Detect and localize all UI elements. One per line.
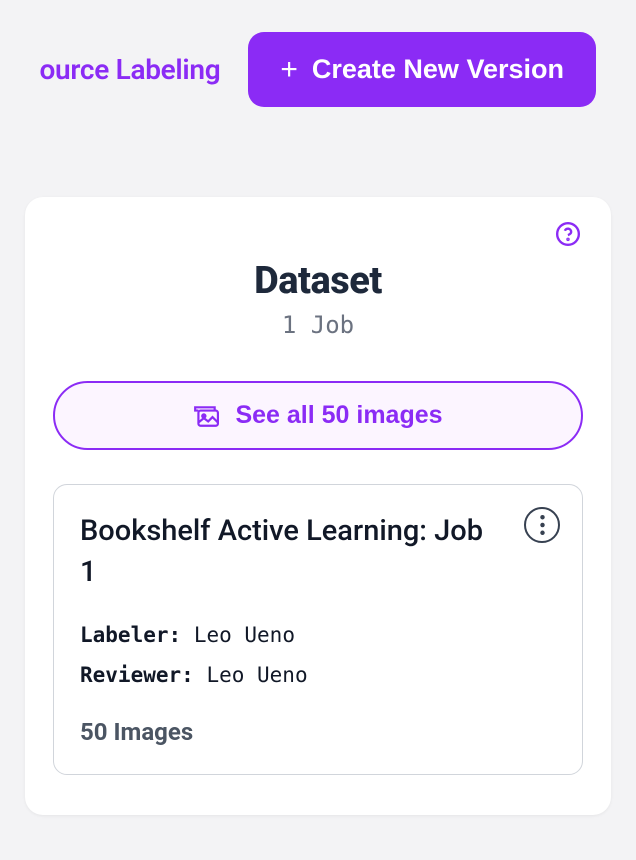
- job-reviewer-row: Reviewer: Leo Ueno: [80, 656, 556, 696]
- job-card: Bookshelf Active Learning: Job 1 Labeler…: [53, 484, 583, 775]
- reviewer-name: Leo Ueno: [206, 663, 307, 687]
- card-title: Dataset: [53, 259, 583, 303]
- labeler-name: Leo Ueno: [194, 623, 295, 647]
- source-labeling-link[interactable]: ource Labeling: [40, 53, 221, 86]
- more-vertical-icon: [540, 515, 545, 535]
- job-more-button[interactable]: [524, 507, 560, 543]
- job-labeler-row: Labeler: Leo Ueno: [80, 616, 556, 656]
- labeler-label: Labeler:: [80, 623, 181, 647]
- create-new-version-button[interactable]: + Create New Version: [248, 32, 596, 107]
- job-title: Bookshelf Active Learning: Job 1: [80, 511, 556, 592]
- dataset-card: Dataset 1 Job See all 50 images Bookshel…: [25, 197, 611, 815]
- see-all-label: See all 50 images: [235, 401, 442, 430]
- plus-icon: +: [280, 55, 298, 85]
- see-all-images-button[interactable]: See all 50 images: [53, 381, 583, 450]
- card-subtitle: 1 Job: [53, 311, 583, 339]
- images-icon: [193, 405, 219, 427]
- reviewer-label: Reviewer:: [80, 663, 194, 687]
- job-image-count: 50 Images: [80, 718, 556, 746]
- header-bar: ource Labeling + Create New Version: [0, 0, 636, 107]
- job-meta: Labeler: Leo Ueno Reviewer: Leo Ueno: [80, 616, 556, 696]
- create-button-label: Create New Version: [312, 54, 564, 85]
- help-icon[interactable]: [555, 221, 581, 247]
